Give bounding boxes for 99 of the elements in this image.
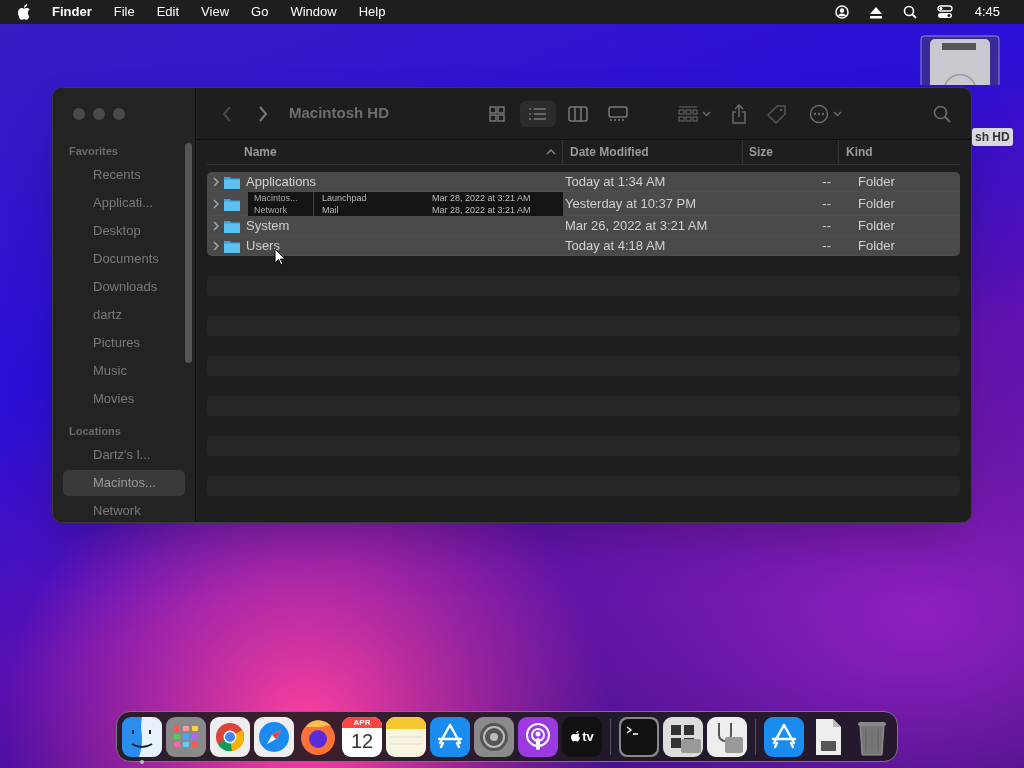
app-store-icon[interactable] [764,716,804,757]
menu-item[interactable]: Edit [156,2,180,22]
file-row[interactable]: Applications Today at 1:34 AM -- Folder [207,172,960,192]
disclosure-chevron-icon [213,199,219,209]
window-title: Macintosh HD [289,103,389,124]
view-mode-button[interactable] [520,100,556,127]
file-row[interactable]: Macintos... Network Launchpad Mar 28, 2022 at 3:21 AM Mail Mar 28, 2022 at 3:21 AM Yesterday at 10:37 PM -- Folder [207,192,960,216]
sidebar-item[interactable]: Music [63,358,185,384]
file-row[interactable]: Users Today at 4:18 AM -- Folder [207,236,960,256]
date-modified: Mar 26, 2022 at 3:21 AM [565,218,708,233]
folder-icon [224,174,240,189]
file-size: -- [822,196,831,212]
menu-item[interactable]: Go [251,2,269,22]
desktop-icon-label[interactable]: sh HD [972,128,1013,146]
folder-icon [224,197,240,211]
notepad-icon[interactable] [386,716,426,757]
sidebar-item[interactable]: Recents [63,162,185,188]
tv-app-icon[interactable]: tv [562,716,602,757]
file-kind: Folder [858,218,895,233]
chevron-left-icon [222,105,232,122]
menu-item[interactable]: View [201,2,230,22]
folder-icon [224,218,240,233]
folder-icon [224,238,240,253]
grid-icon [488,104,508,123]
preview-date: Mar 28, 2022 at 3:21 AM [431,204,531,216]
calendar-day: 12 [350,727,374,754]
file-kind: Folder [858,196,895,212]
grid-icon [678,104,698,123]
preview-sidebar-item: Macintos... [253,192,299,204]
sidebar-item[interactable]: dartz [63,302,185,328]
mouse-pointer-icon [274,248,286,266]
app-grid-icon[interactable] [166,716,206,757]
file-kind: Folder [858,174,895,189]
calendar-icon[interactable]: APR 12 [342,716,382,757]
preview-file-name: Launchpad [321,192,368,204]
column-header[interactable]: Size [749,140,838,164]
menu-item[interactable]: Window [290,2,337,22]
share-button[interactable] [731,103,747,124]
disclosure-chevron-icon [213,240,219,251]
disclosure-chevron-icon [213,176,219,187]
sidebar-item[interactable]: Applicati... [63,190,185,216]
disclosure-chevron-icon [213,220,219,231]
sidebar-item[interactable]: Network [63,498,185,522]
preview-file-name: Mail [321,204,340,216]
search-icon [902,5,917,19]
sidebar-item[interactable]: Desktop [63,218,185,244]
column-header[interactable]: Date Modified [570,140,742,164]
share-icon [731,103,747,124]
tv-label: tv [582,727,594,746]
file-name: Applications [246,173,317,191]
podcast-icon[interactable] [518,716,558,757]
user-icon [834,5,849,19]
menu-clock: 4:45 [974,3,1000,22]
column-header[interactable]: Name [244,140,546,164]
search-icon [933,104,951,123]
app-menu[interactable]: Finder [52,2,92,22]
search-button[interactable] [933,104,951,123]
file-kind: Folder [858,238,895,253]
columns-icon [568,104,588,123]
date-modified: Yesterday at 10:37 PM [565,196,697,212]
file-size: -- [822,218,831,233]
sidebar-heading: Locations [68,423,122,439]
caret-icon [702,110,711,117]
calendar-month: APR [342,716,382,728]
file-row[interactable]: System Mar 26, 2022 at 3:21 AM -- Folder [207,216,960,236]
compass-icon[interactable] [254,716,294,757]
preview-date: Mar 28, 2022 at 3:21 AM [431,192,531,204]
preview-sidebar-item: Network [253,204,288,216]
terminal-icon[interactable] [619,716,659,757]
sidebar-heading: Favorites [68,143,119,159]
sidebar-item[interactable]: Downloads [63,274,185,300]
tag-icon [767,103,787,124]
smiling-face-icon[interactable] [122,716,162,757]
sidebar-item[interactable]: Documents [63,246,185,272]
more-button[interactable] [809,103,842,124]
ellipsis-icon [809,103,829,124]
eject-icon [868,5,883,19]
column-header[interactable]: Kind [846,140,960,164]
chevron-right-icon [258,105,268,122]
menu-item[interactable]: Help [358,2,386,22]
app-store-icon[interactable] [430,716,470,757]
apple-logo-icon [570,730,582,743]
date-modified: Today at 4:18 AM [565,238,666,253]
scrollbar-thumb[interactable] [185,143,192,363]
file-name: System [246,217,290,235]
caret-icon [833,110,842,117]
sidebar-item[interactable]: Pictures [63,330,185,356]
sidebar-item[interactable]: Movies [63,386,185,412]
control-center-icon [936,5,953,19]
date-modified: Today at 1:34 AM [565,174,666,189]
menu-item[interactable]: File [113,2,135,22]
file-size: -- [822,238,831,253]
gallery-icon [608,104,628,123]
hard-drive-icon [920,35,1000,85]
file-size: -- [822,174,831,189]
sidebar-item[interactable]: Macintos... [63,470,185,496]
file-name: Users [246,237,280,255]
sidebar-item[interactable]: Dartz's l... [63,442,185,468]
apple-logo-icon [18,4,32,20]
